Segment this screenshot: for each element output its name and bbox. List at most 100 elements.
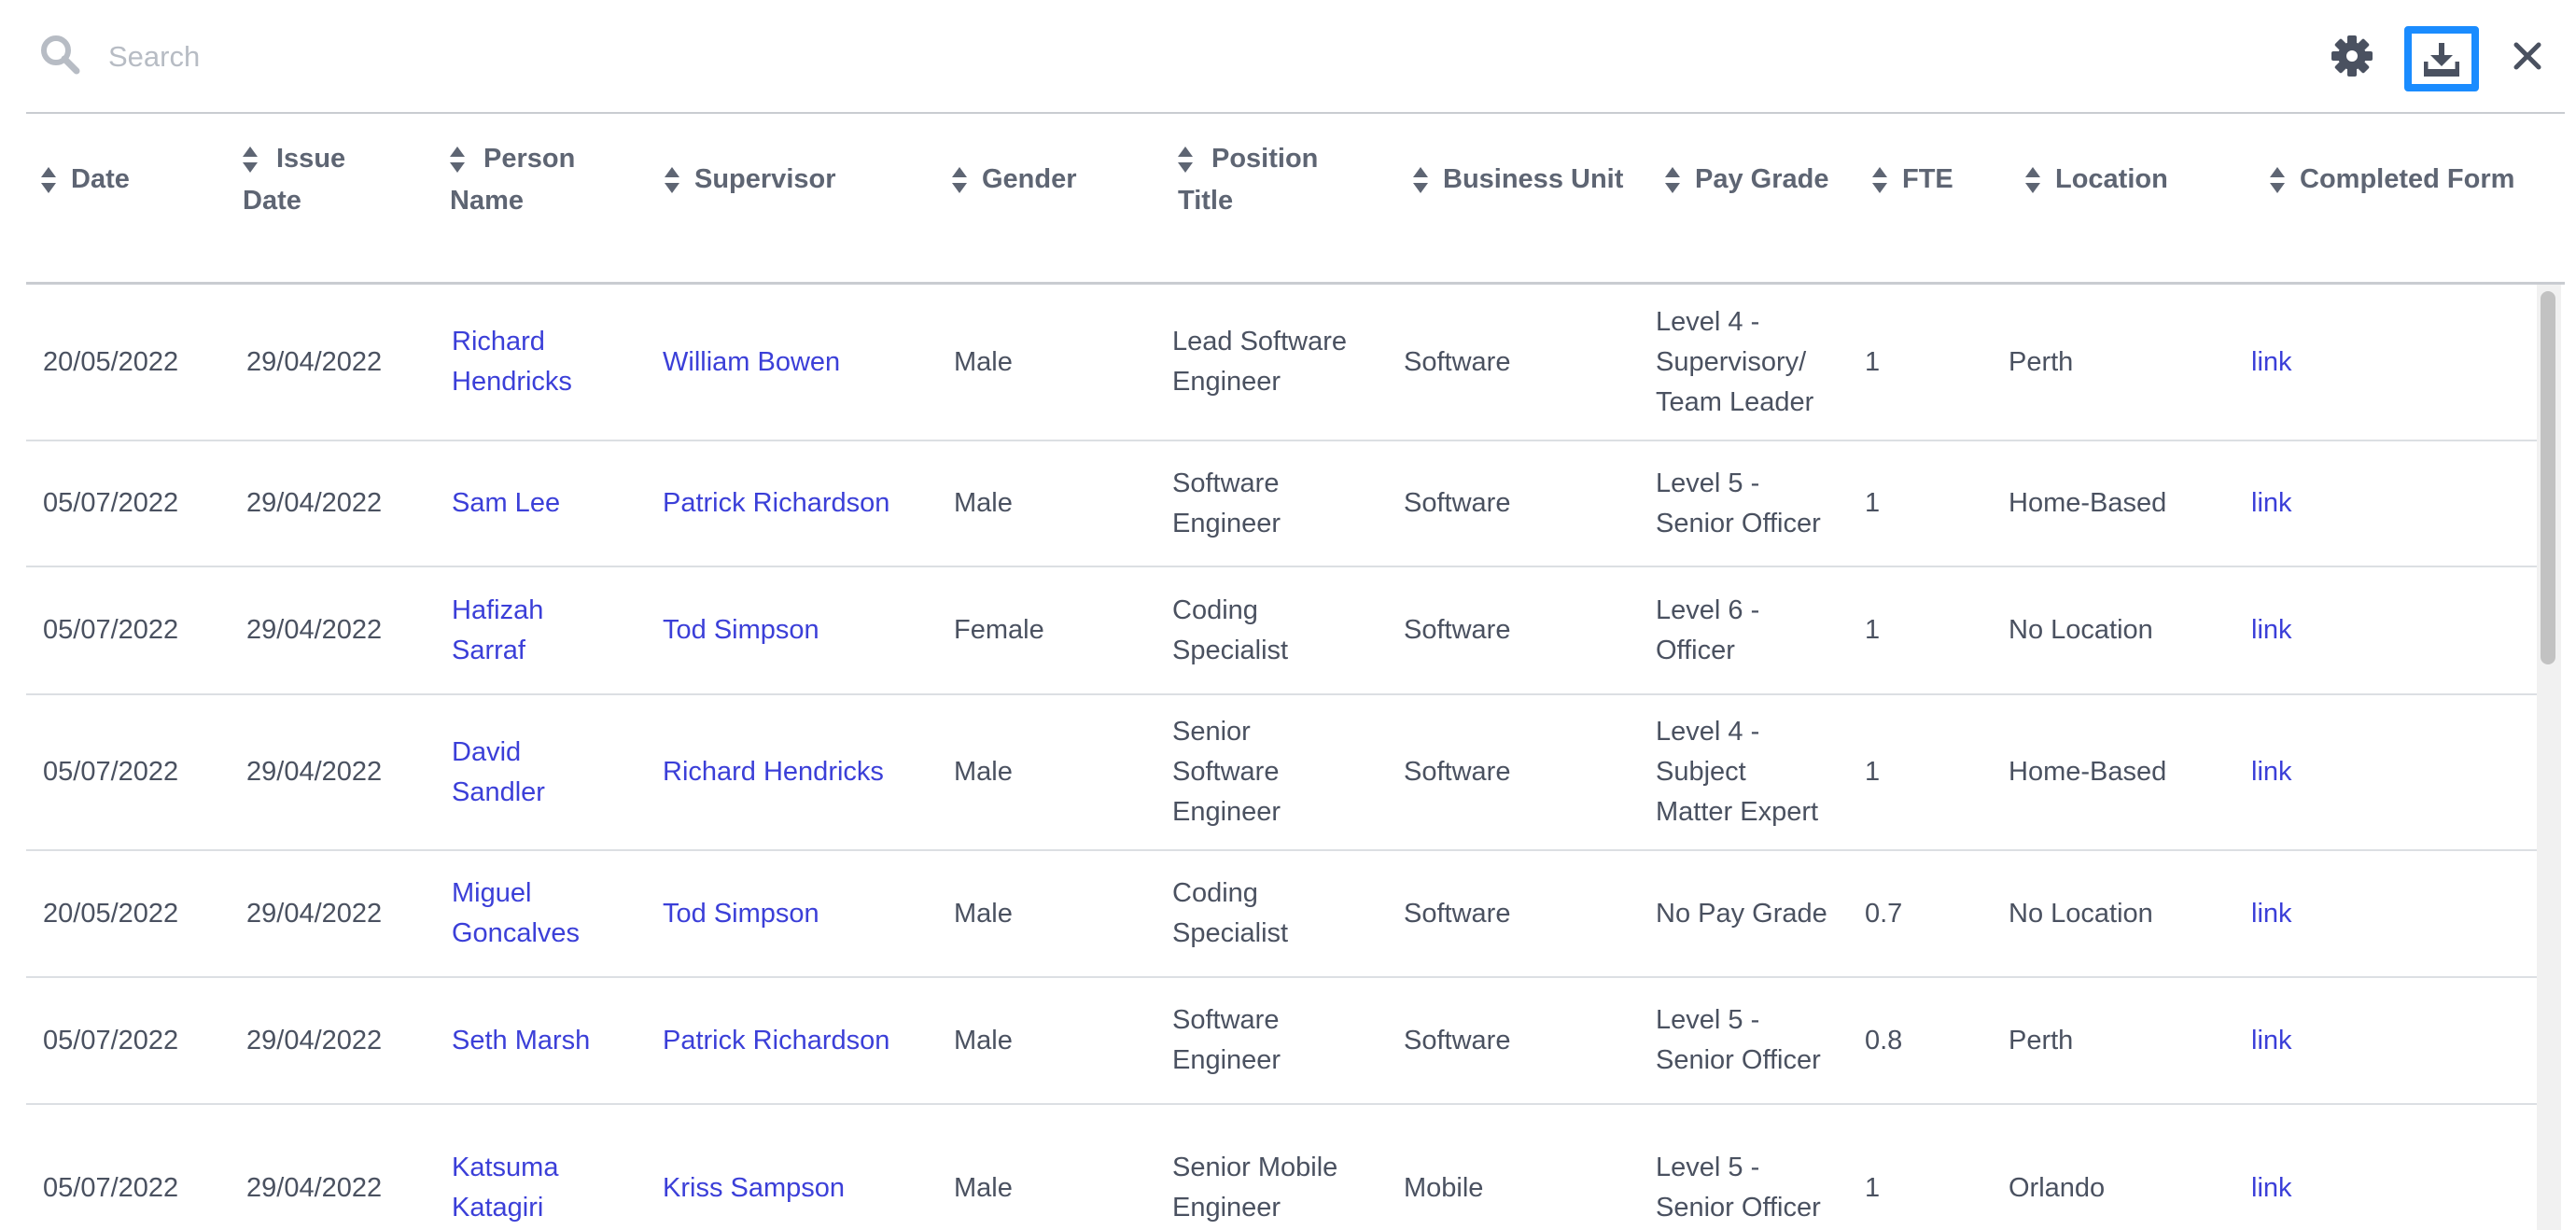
sort-icon: [41, 166, 56, 193]
cell-date: 05/07/2022: [43, 567, 178, 693]
cell-supervisor-text: William Bowen: [663, 346, 841, 377]
cell-business-unit-text: Mobile: [1404, 1172, 1484, 1203]
cell-completed-form[interactable]: link: [2251, 978, 2292, 1103]
cell-completed-form-text: link: [2251, 488, 2292, 518]
cell-fte: 1: [1865, 1105, 1880, 1230]
column-header-gender[interactable]: Gender: [952, 159, 1077, 201]
column-label-line1: Issue: [276, 144, 346, 174]
cell-gender-text: Male: [954, 1025, 1013, 1055]
cell-completed-form[interactable]: link: [2251, 851, 2292, 976]
cell-date: 05/07/2022: [43, 1105, 178, 1230]
cell-fte-text: 1: [1865, 1172, 1881, 1203]
table-row: 05/07/2022 29/04/2022 Hafizah Sarraf Tod Sim…: [26, 567, 2542, 695]
cell-person-name[interactable]: Miguel Goncalves: [452, 851, 580, 976]
search-input[interactable]: [106, 28, 1230, 86]
cell-completed-form-text: link: [2251, 615, 2292, 645]
cell-business-unit-text: Software: [1404, 488, 1511, 518]
cell-supervisor[interactable]: Kriss Sampson: [663, 1105, 845, 1230]
cell-completed-form[interactable]: link: [2251, 1105, 2292, 1230]
cell-completed-form-text: link: [2251, 1172, 2292, 1203]
column-label-line1: Person: [483, 144, 576, 174]
cell-position-title: Senior Mobile Engineer: [1172, 1105, 1337, 1230]
cell-supervisor[interactable]: Tod Simpson: [663, 851, 819, 976]
cell-position-title: Software Engineer: [1172, 441, 1281, 566]
cell-pay-grade: Level 5 - Senior Officer: [1656, 1105, 1821, 1230]
column-label-line2: Date: [243, 186, 301, 216]
cell-person-name[interactable]: Hafizah Sarraf: [452, 567, 543, 693]
column-header-completed-form[interactable]: Completed Form: [2270, 159, 2514, 201]
cell-position-title-text: Coding Specialist: [1172, 594, 1289, 665]
cell-gender: Male: [954, 285, 1013, 440]
cell-gender-text: Male: [954, 488, 1013, 518]
cell-person-name[interactable]: David Sandler: [452, 695, 545, 849]
cell-supervisor[interactable]: Patrick Richardson: [663, 978, 889, 1103]
cell-pay-grade: Level 4 - Subject Matter Expert: [1656, 695, 1818, 849]
cell-date: 05/07/2022: [43, 695, 178, 849]
cell-position-title: Software Engineer: [1172, 978, 1281, 1103]
cell-fte: 1: [1865, 441, 1880, 566]
cell-completed-form[interactable]: link: [2251, 441, 2292, 566]
download-button[interactable]: [2404, 26, 2479, 91]
cell-person-name[interactable]: Richard Hendricks: [452, 285, 572, 440]
column-header-person-name[interactable]: Person Name: [450, 138, 575, 222]
table-row: 05/07/2022 29/04/2022 Seth Marsh Patrick Ri…: [26, 978, 2542, 1105]
cell-position-title-text: Senior Software Engineer: [1172, 717, 1281, 827]
cell-date: 20/05/2022: [43, 851, 178, 976]
cell-gender: Male: [954, 441, 1013, 566]
cell-pay-grade-text: Level 5 - Senior Officer: [1656, 468, 1821, 538]
cell-fte-text: 1: [1865, 488, 1881, 518]
cell-fte-text: 0.7: [1865, 898, 1903, 929]
cell-completed-form[interactable]: link: [2251, 285, 2292, 440]
gear-icon[interactable]: [2330, 34, 2374, 78]
cell-completed-form[interactable]: link: [2251, 695, 2292, 849]
cell-gender-text: Male: [954, 346, 1013, 377]
sort-icon: [952, 166, 967, 193]
column-header-date[interactable]: Date: [41, 159, 130, 201]
cell-position-title-text: Senior Mobile Engineer: [1172, 1153, 1338, 1223]
column-header-issue-date[interactable]: Issue Date: [243, 138, 345, 222]
cell-gender-text: Male: [954, 757, 1013, 787]
cell-person-name[interactable]: Sam Lee: [452, 441, 560, 566]
column-header-supervisor[interactable]: Supervisor: [665, 159, 836, 201]
cell-supervisor[interactable]: Patrick Richardson: [663, 441, 889, 566]
cell-completed-form[interactable]: link: [2251, 567, 2292, 693]
column-header-pay-grade[interactable]: Pay Grade: [1665, 159, 1828, 201]
cell-supervisor-text: Tod Simpson: [663, 898, 819, 929]
column-label: Gender: [982, 164, 1077, 194]
cell-supervisor[interactable]: Richard Hendricks: [663, 695, 884, 849]
cell-business-unit: Software: [1404, 978, 1510, 1103]
cell-location: Home-Based: [2009, 441, 2166, 566]
cell-issue-date: 29/04/2022: [246, 567, 382, 693]
cell-person-name[interactable]: Seth Marsh: [452, 978, 590, 1103]
cell-supervisor-text: Tod Simpson: [663, 615, 819, 645]
cell-completed-form-text: link: [2251, 346, 2292, 377]
cell-pay-grade-text: Level 5 - Senior Officer: [1656, 1005, 1821, 1075]
cell-date: 05/07/2022: [43, 441, 178, 566]
column-header-location[interactable]: Location: [2025, 159, 2168, 201]
cell-person-name[interactable]: Katsuma Katagiri: [452, 1105, 558, 1230]
column-header-business-unit[interactable]: Business Unit: [1413, 159, 1623, 201]
cell-pay-grade-text: Level 4 - Supervisory/Team Leader: [1656, 306, 1814, 417]
scrollbar-thumb[interactable]: [2541, 291, 2555, 664]
cell-fte: 1: [1865, 695, 1880, 849]
cell-location: Home-Based: [2009, 695, 2166, 849]
cell-business-unit-text: Software: [1404, 1025, 1511, 1055]
table-row: 05/07/2022 29/04/2022 Katsuma Katagiri Kriss…: [26, 1105, 2542, 1230]
cell-completed-form-text: link: [2251, 1025, 2292, 1055]
cell-date-text: 05/07/2022: [43, 615, 179, 645]
cell-position-title-text: Lead Software Engineer: [1172, 327, 1348, 397]
cell-pay-grade: Level 4 - Supervisory/Team Leader: [1656, 285, 1813, 440]
column-label: Completed Form: [2300, 164, 2515, 194]
cell-supervisor[interactable]: William Bowen: [663, 285, 840, 440]
column-header-position-title[interactable]: Position Title: [1178, 138, 1318, 222]
cell-issue-date: 29/04/2022: [246, 695, 382, 849]
cell-supervisor[interactable]: Tod Simpson: [663, 567, 819, 693]
cell-completed-form-text: link: [2251, 757, 2292, 787]
cell-issue-date-text: 29/04/2022: [246, 1025, 383, 1055]
data-table-view: Date Issue Date Person Name Supervisor G…: [0, 0, 2576, 1230]
column-label: Pay Grade: [1695, 164, 1829, 194]
cell-business-unit-text: Software: [1404, 615, 1511, 645]
cell-completed-form-text: link: [2251, 898, 2292, 929]
close-icon[interactable]: [2509, 37, 2546, 75]
column-header-fte[interactable]: FTE: [1872, 159, 1953, 201]
